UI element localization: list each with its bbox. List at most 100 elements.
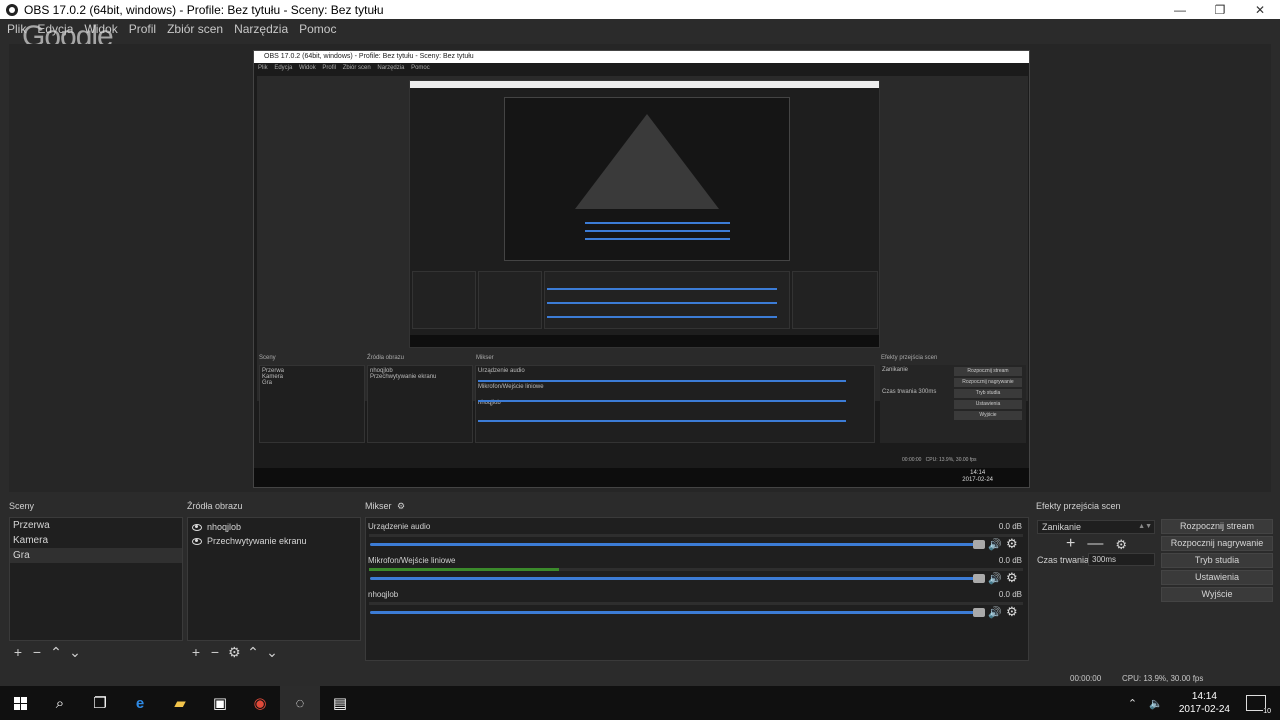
clock-time: 14:14 [1191,691,1217,702]
scene-item-gra[interactable]: Gra [10,548,182,563]
nested-studio-mode: Tryb studia [954,389,1022,398]
search-icon[interactable]: ⌕ [40,686,80,720]
chrome-icon[interactable]: ◉ [240,686,280,720]
move-up-icon[interactable]: ⌃ [247,645,259,659]
recursive-dock-panels [412,271,878,331]
nested-window-title: OBS 17.0.2 (64bit, windows) - Profile: B… [254,51,1029,63]
recursive-mixer-panel [544,271,790,329]
nested-volume-bar [478,400,846,402]
mixer-title: Mikser [365,501,392,511]
add-source-icon[interactable]: + [190,645,202,659]
remove-source-icon[interactable]: − [209,645,221,659]
channel-gear-icon[interactable]: ⚙ [1006,570,1018,586]
volume-slider-handle[interactable] [972,608,985,617]
nested-controls: Zanikanie Rozpocznij stream Rozpocznij n… [880,365,1026,443]
volume-slider-track[interactable] [370,577,975,580]
store-icon[interactable]: ▣ [200,686,240,720]
transition-value: Zanikanie [1042,522,1082,532]
transition-select[interactable]: Zanikanie ▲▼ [1037,520,1155,534]
exit-button[interactable]: Wyjście [1161,587,1273,602]
maximize-button[interactable]: ❐ [1200,0,1240,19]
sources-toolbar: + − ⚙ ⌃ ⌄ [184,643,278,661]
nested-sources-list: nhoqjlob Przechwytywanie ekranu [367,365,473,443]
source-item-screen-capture[interactable]: Przechwytywanie ekranu [188,534,360,548]
visibility-eye-icon[interactable] [192,523,202,531]
nested-mixer: Urządzenie audio Mikrofon/Wejście liniow… [475,365,875,443]
notepad-icon[interactable]: ▤ [320,686,360,720]
close-button[interactable]: ✕ [1240,0,1280,19]
duration-input[interactable]: 300ms [1088,553,1155,566]
channel-gear-icon[interactable]: ⚙ [1006,536,1018,552]
edge-icon[interactable]: e [120,686,160,720]
speaker-mute-icon[interactable]: 🔊 [988,606,1002,619]
mixer-gear-icon[interactable]: ⚙ [397,501,405,511]
volume-slider-track[interactable] [370,543,975,546]
volume-slider-handle[interactable] [972,574,985,583]
nested-clock-time: 14:14 [970,470,986,476]
nested-volume-bar [478,420,846,422]
spinner-arrows-icon: ▲▼ [1138,523,1152,530]
source-settings-gear-icon[interactable]: ⚙ [228,645,241,659]
window-titlebar: OBS 17.0.2 (64bit, windows) - Profile: B… [0,0,1280,19]
speaker-mute-icon[interactable]: 🔊 [988,572,1002,585]
tray-chevron-up-icon[interactable]: ⌃ [1128,697,1137,710]
nested-menu-item: Zbiór scen [342,65,371,71]
nested-start-recording: Rozpocznij nagrywanie [954,378,1022,387]
duration-label: Czas trwania [1037,555,1090,565]
volume-slider-handle[interactable] [972,540,985,549]
source-name: Przechwytywanie ekranu [207,536,307,546]
minimize-button[interactable]: — [1160,0,1200,19]
mixer-channel-mic: Mikrofon/Wejście liniowe 0.0 dB 🔊 ⚙ [368,556,1024,590]
visibility-eye-icon[interactable] [192,537,202,545]
studio-mode-button[interactable]: Tryb studia [1161,553,1273,568]
menu-profile[interactable]: Profil [129,22,156,36]
level-meter [369,534,1023,537]
settings-button[interactable]: Ustawienia [1161,570,1273,585]
channel-gear-icon[interactable]: ⚙ [1006,604,1018,620]
scenes-list[interactable]: Przerwa Kamera Gra [9,517,183,641]
transition-gear-icon[interactable]: ⚙ [1115,537,1127,553]
nested-taskbar: 14:14 2017-02-24 [254,468,1029,487]
file-explorer-icon[interactable]: ▰ [160,686,200,720]
volume-slider-track[interactable] [370,611,975,614]
channel-db: 0.0 dB [998,522,1022,531]
start-recording-button[interactable]: Rozpocznij nagrywanie [1161,536,1273,551]
recursive-mixer-bars [585,222,730,246]
task-view-icon[interactable]: ❐ [80,686,120,720]
scene-item-kamera[interactable]: Kamera [10,533,182,548]
sources-list[interactable]: nhoqjlob Przechwytywanie ekranu [187,517,361,641]
recursive-taskbar [410,335,879,347]
menu-tools[interactable]: Narzędzia [234,22,288,36]
nested-mixer-label: Mikser [476,355,494,361]
move-down-icon[interactable]: ⌄ [69,645,81,659]
nested-menu-item: Widok [299,65,316,71]
nested-menu-item: Plik [258,65,268,71]
nested-menu-item: Narzędzia [377,65,405,71]
menu-help[interactable]: Pomoc [299,22,336,36]
move-up-icon[interactable]: ⌃ [50,645,62,659]
nested-clock: 14:14 2017-02-24 [962,470,993,484]
source-item-nhoqjlob[interactable]: nhoqjlob [188,520,360,534]
nested-start-stream: Rozpocznij stream [954,367,1022,376]
remove-scene-icon[interactable]: − [31,645,43,659]
nested-status: 00:00:00 CPU: 13.9%, 30.00 fps [902,457,977,463]
source-name: nhoqjlob [207,522,242,532]
remove-transition-icon[interactable]: — [1087,535,1103,553]
menu-scene-collection[interactable]: Zbiór scen [167,22,223,36]
action-center-icon[interactable]: 10 [1246,695,1271,715]
nested-scenes-label: Sceny [259,355,276,361]
start-icon[interactable] [0,686,40,720]
speaker-mute-icon[interactable]: 🔊 [988,538,1002,551]
recursive-volume-bar [547,316,777,318]
nested-channel-name: Urządzenie audio [478,368,525,374]
volume-tray-icon[interactable]: 🔈 [1149,697,1163,710]
move-down-icon[interactable]: ⌄ [266,645,278,659]
add-scene-icon[interactable]: + [12,645,24,659]
obs-icon[interactable]: ◌ [280,686,320,720]
taskbar-clock[interactable]: 14:14 2017-02-24 [1179,690,1230,716]
scene-item-przerwa[interactable]: Przerwa [10,518,182,533]
start-stream-button[interactable]: Rozpocznij stream [1161,519,1273,534]
add-transition-icon[interactable]: + [1066,535,1075,553]
nested-sources-label: Źródła obrazu [367,355,405,361]
nested-scenes-list: Przerwa Kamera Gra [259,365,365,443]
